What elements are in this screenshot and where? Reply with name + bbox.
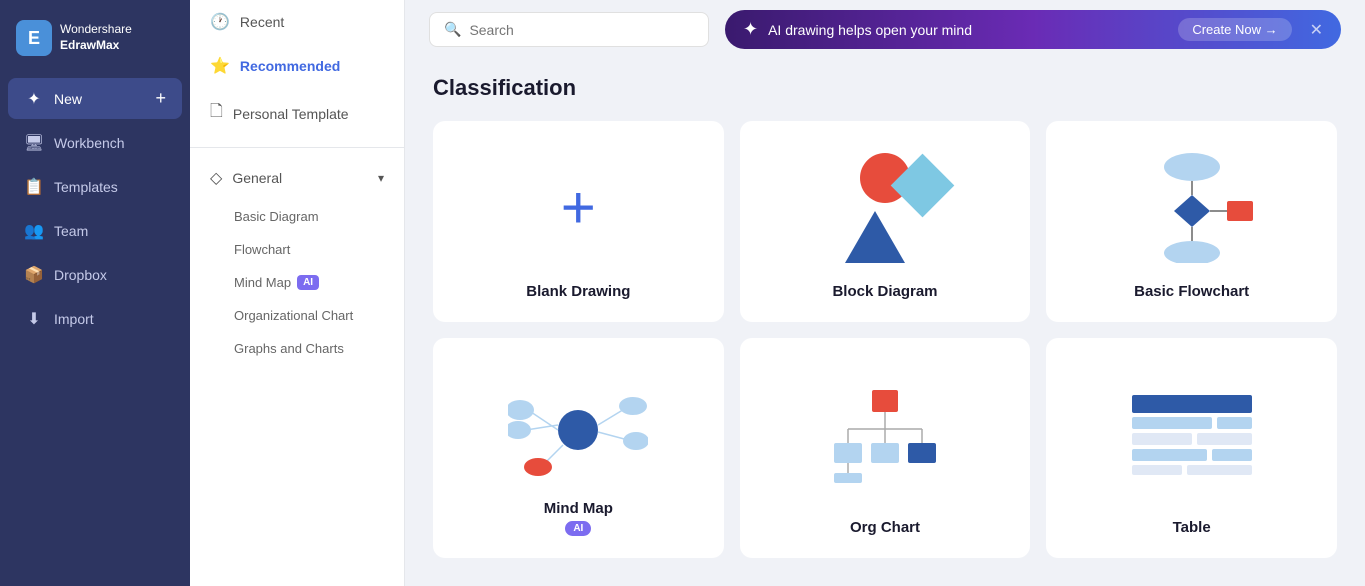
topbar: 🔍 ✦ AI drawing helps open your mind Crea…	[405, 0, 1365, 59]
nav-panel: 🕐 Recent ⭐ Recommended 🗋 Personal Templa…	[190, 0, 405, 586]
sidebar-item-workbench[interactable]: 🖥 Workbench	[8, 123, 182, 163]
card-org-chart[interactable]: Org Chart	[740, 338, 1031, 558]
nav-sub-flowchart[interactable]: Flowchart	[190, 233, 404, 266]
nav-sub-orgchart[interactable]: Organizational Chart	[190, 299, 404, 332]
logo-icon: E	[16, 20, 52, 56]
sidebar-item-new[interactable]: ✦ New +	[8, 78, 182, 119]
sidebar-item-templates[interactable]: 📋 Templates	[8, 167, 182, 207]
section-title: Classification	[433, 75, 1337, 101]
table-label: Table	[1173, 519, 1211, 536]
banner-close-icon[interactable]: ✕	[1310, 20, 1323, 40]
workbench-icon: 🖥	[24, 133, 44, 153]
logo-text: Wondershare EdrawMax	[60, 22, 132, 53]
card-table[interactable]: Table	[1046, 338, 1337, 558]
card-blank-drawing[interactable]: + Blank Drawing	[433, 121, 724, 322]
ai-create-now-btn[interactable]: Create Now →	[1178, 18, 1291, 41]
orgchart-svg	[820, 385, 950, 485]
table-svg	[1132, 395, 1252, 475]
flowchart-visual	[1068, 143, 1315, 273]
nav-sub-graphs[interactable]: Graphs and Charts	[190, 332, 404, 365]
sidebar-item-import[interactable]: ⬇ Import	[8, 299, 182, 339]
nav-sub-basic-diagram[interactable]: Basic Diagram	[190, 200, 404, 233]
new-plus-icon: +	[155, 88, 166, 109]
search-box[interactable]: 🔍	[429, 12, 709, 47]
blank-drawing-label: Blank Drawing	[526, 283, 630, 300]
content-area: Classification + Blank Drawing Blo	[405, 59, 1365, 586]
bd-triangle	[845, 211, 905, 263]
block-diagram-shapes	[825, 153, 945, 263]
orgchart-label: Org Chart	[850, 519, 920, 536]
block-diagram-visual	[762, 143, 1009, 273]
mindmap-card-ai-badge: AI	[565, 521, 591, 536]
team-icon: 👥	[24, 221, 44, 241]
recent-icon: 🕐	[210, 12, 230, 32]
flowchart-label: Basic Flowchart	[1134, 283, 1249, 300]
general-icon: ◇	[210, 168, 222, 188]
main-content: 🔍 ✦ AI drawing helps open your mind Crea…	[405, 0, 1365, 586]
card-mind-map[interactable]: Mind Map AI	[433, 338, 724, 558]
personal-icon: 🗋	[210, 100, 223, 127]
nav-item-recommended[interactable]: ⭐ Recommended	[190, 44, 404, 88]
templates-icon: 📋	[24, 177, 44, 197]
nav-sub-mindmap[interactable]: Mind Map AI	[190, 266, 404, 299]
card-basic-flowchart[interactable]: Basic Flowchart	[1046, 121, 1337, 322]
nav-section-general[interactable]: ◇ General ▾	[190, 156, 404, 200]
block-diagram-label: Block Diagram	[832, 283, 937, 300]
card-block-diagram[interactable]: Block Diagram	[740, 121, 1031, 322]
logo: E Wondershare EdrawMax	[0, 12, 190, 76]
sidebar-item-team[interactable]: 👥 Team	[8, 211, 182, 251]
nav-item-recent[interactable]: 🕐 Recent	[190, 0, 404, 44]
sidebar-item-dropbox[interactable]: 📦 Dropbox	[8, 255, 182, 295]
search-input[interactable]	[469, 22, 694, 38]
chevron-icon: ▾	[378, 171, 384, 185]
ai-banner[interactable]: ✦ AI drawing helps open your mind Create…	[725, 10, 1341, 49]
orgchart-card-visual	[762, 360, 1009, 509]
classification-grid: + Blank Drawing Block Diagram	[433, 121, 1337, 558]
dropbox-icon: 📦	[24, 265, 44, 285]
flowchart-svg	[1127, 153, 1257, 263]
mindmap-label: Mind Map	[544, 500, 613, 517]
blank-plus-icon: +	[561, 178, 596, 238]
nav-divider	[190, 147, 404, 148]
ai-star-icon: ✦	[743, 19, 758, 40]
sidebar: E Wondershare EdrawMax ✦ New + 🖥 Workben…	[0, 0, 190, 586]
new-icon: ✦	[24, 89, 44, 109]
import-icon: ⬇	[24, 309, 44, 329]
table-card-visual	[1068, 360, 1315, 509]
mindmap-card-visual	[455, 360, 702, 490]
blank-drawing-visual: +	[455, 143, 702, 273]
recommended-icon: ⭐	[210, 56, 230, 76]
mindmap-ai-badge: AI	[297, 275, 319, 290]
mindmap-svg	[508, 370, 648, 480]
nav-item-personal[interactable]: 🗋 Personal Template	[190, 88, 404, 139]
nav-section-left: ◇ General	[210, 168, 282, 188]
search-icon: 🔍	[444, 21, 461, 38]
